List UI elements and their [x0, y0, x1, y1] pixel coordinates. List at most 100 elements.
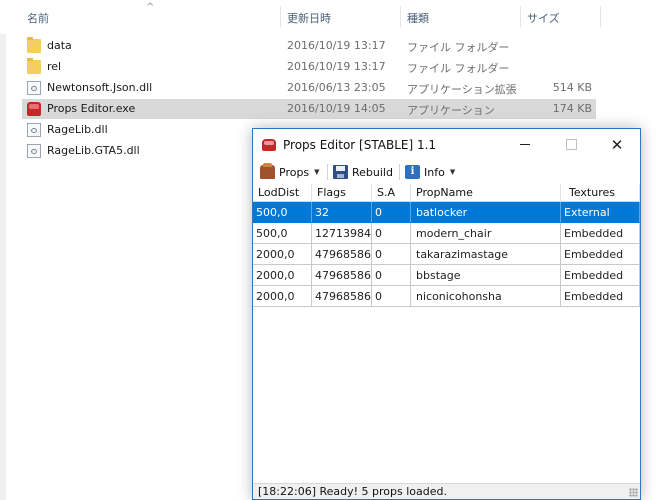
table-row[interactable]: 2000,0 479685863 0 bbstage Embedded — [253, 265, 640, 286]
column-divider[interactable] — [520, 6, 521, 28]
column-header: ^ 名前 更新日時 種類 サイズ — [0, 0, 660, 34]
column-date[interactable]: 更新日時 — [287, 10, 331, 26]
file-size: 174 KB — [552, 102, 592, 115]
cell-loddist[interactable]: 2000,0 — [253, 244, 312, 265]
dll-file-icon — [27, 144, 41, 158]
file-date: 2016/10/19 13:17 — [287, 39, 386, 52]
file-type: アプリケーション拡張 — [407, 83, 517, 96]
dropdown-caret-icon: ▼ — [449, 168, 456, 176]
props-label: Props — [279, 165, 310, 179]
maximize-button[interactable] — [548, 129, 594, 160]
file-type: ファイル フォルダー — [407, 62, 510, 75]
maximize-icon — [565, 139, 577, 150]
props-menu-button[interactable]: Props ▼ — [260, 162, 320, 182]
file-type: ファイル フォルダー — [407, 41, 510, 54]
minimize-button[interactable] — [502, 129, 548, 160]
toolbar-separator — [399, 164, 400, 180]
cell-loddist[interactable]: 500,0 — [253, 202, 312, 223]
toolbar-separator — [327, 164, 328, 180]
rebuild-button[interactable]: Rebuild — [333, 162, 393, 182]
rebuild-label: Rebuild — [352, 165, 393, 179]
file-name: data — [47, 39, 72, 52]
cell-propname[interactable]: batlocker — [411, 202, 561, 223]
window-title: Props Editor [STABLE] 1.1 — [283, 138, 437, 152]
column-divider[interactable] — [400, 6, 401, 28]
table-row[interactable]: 500,0 12713984 0 modern_chair Embedded — [253, 223, 640, 244]
cell-propname[interactable]: bbstage — [411, 265, 561, 286]
navigation-pane-edge[interactable] — [0, 34, 6, 500]
folder-icon — [27, 37, 41, 53]
cell-textures[interactable]: Embedded — [561, 265, 640, 286]
cell-flags[interactable]: 479685863 — [312, 244, 372, 265]
file-row-newtonsoft[interactable]: Newtonsoft.Json.dll 2016/06/13 23:05 アプリ… — [22, 78, 596, 98]
toolbar: Props ▼ Rebuild i Info ▼ — [253, 160, 640, 184]
file-name: rel — [47, 60, 62, 73]
dll-file-icon — [27, 81, 41, 95]
folder-icon — [27, 58, 41, 74]
status-text: [18:22:06] Ready! 5 props loaded. — [258, 485, 447, 498]
info-menu-button[interactable]: i Info ▼ — [405, 162, 455, 182]
cell-flags[interactable]: 479685863 — [312, 286, 372, 307]
save-icon — [333, 165, 348, 179]
grid-header: LodDist Flags S.A PropName Textures — [253, 184, 640, 202]
cell-sa[interactable]: 0 — [372, 202, 411, 223]
cell-textures[interactable]: Embedded — [561, 244, 640, 265]
cell-textures[interactable]: External — [561, 202, 640, 223]
cell-sa[interactable]: 0 — [372, 286, 411, 307]
cell-sa[interactable]: 0 — [372, 244, 411, 265]
cell-loddist[interactable]: 2000,0 — [253, 286, 312, 307]
props-editor-app-icon — [262, 139, 276, 151]
minimize-icon — [520, 144, 530, 145]
file-name: Props Editor.exe — [47, 102, 136, 115]
column-divider[interactable] — [600, 6, 601, 28]
file-row-rel[interactable]: rel 2016/10/19 13:17 ファイル フォルダー — [22, 57, 596, 77]
header-propname[interactable]: PropName — [411, 184, 561, 202]
close-button[interactable]: ✕ — [594, 129, 640, 160]
column-size[interactable]: サイズ — [527, 10, 560, 26]
header-textures[interactable]: Textures — [561, 184, 640, 202]
file-size: 514 KB — [552, 81, 592, 94]
cell-propname[interactable]: niconicohonsha — [411, 286, 561, 307]
cell-textures[interactable]: Embedded — [561, 286, 640, 307]
header-loddist[interactable]: LodDist — [253, 184, 312, 202]
column-name[interactable]: 名前 — [27, 10, 49, 26]
props-editor-window[interactable]: Props Editor [STABLE] 1.1 ✕ Props ▼ Rebu… — [252, 128, 641, 500]
close-icon: ✕ — [610, 135, 624, 154]
table-row[interactable]: 2000,0 479685863 0 takarazimastage Embedded — [253, 244, 640, 265]
file-row-data[interactable]: data 2016/10/19 13:17 ファイル フォルダー — [22, 36, 596, 56]
cell-textures[interactable]: Embedded — [561, 223, 640, 244]
dll-file-icon — [27, 123, 41, 137]
file-date: 2016/10/19 14:05 — [287, 102, 386, 115]
column-type[interactable]: 種類 — [407, 10, 429, 26]
armchair-icon — [260, 163, 275, 179]
dropdown-caret-icon: ▼ — [314, 168, 320, 176]
status-bar: [18:22:06] Ready! 5 props loaded. — [253, 483, 640, 499]
header-flags[interactable]: Flags — [312, 184, 372, 202]
table-row[interactable]: 2000,0 479685863 0 niconicohonsha Embedded — [253, 286, 640, 307]
info-icon: i — [405, 165, 420, 179]
table-row[interactable]: 500,0 32 0 batlocker External — [253, 202, 640, 223]
cell-flags[interactable]: 479685863 — [312, 265, 372, 286]
cell-propname[interactable]: modern_chair — [411, 223, 561, 244]
cell-propname[interactable]: takarazimastage — [411, 244, 561, 265]
info-label: Info — [424, 165, 445, 179]
file-name: RageLib.GTA5.dll — [47, 144, 140, 157]
file-row-props-editor[interactable]: Props Editor.exe 2016/10/19 14:05 アプリケーシ… — [22, 99, 596, 119]
sort-up-icon: ^ — [146, 2, 155, 13]
cell-flags[interactable]: 32 — [312, 202, 372, 223]
props-editor-app-icon — [27, 102, 41, 116]
file-type: アプリケーション — [407, 104, 495, 117]
file-date: 2016/06/13 23:05 — [287, 81, 386, 94]
resize-grip[interactable] — [629, 488, 638, 497]
cell-sa[interactable]: 0 — [372, 223, 411, 244]
file-name: RageLib.dll — [47, 123, 108, 136]
column-divider[interactable] — [280, 6, 281, 28]
title-bar[interactable]: Props Editor [STABLE] 1.1 ✕ — [253, 129, 640, 160]
cell-loddist[interactable]: 2000,0 — [253, 265, 312, 286]
cell-sa[interactable]: 0 — [372, 265, 411, 286]
file-name: Newtonsoft.Json.dll — [47, 81, 153, 94]
header-sa[interactable]: S.A — [372, 184, 411, 202]
cell-loddist[interactable]: 500,0 — [253, 223, 312, 244]
cell-flags[interactable]: 12713984 — [312, 223, 372, 244]
file-date: 2016/10/19 13:17 — [287, 60, 386, 73]
